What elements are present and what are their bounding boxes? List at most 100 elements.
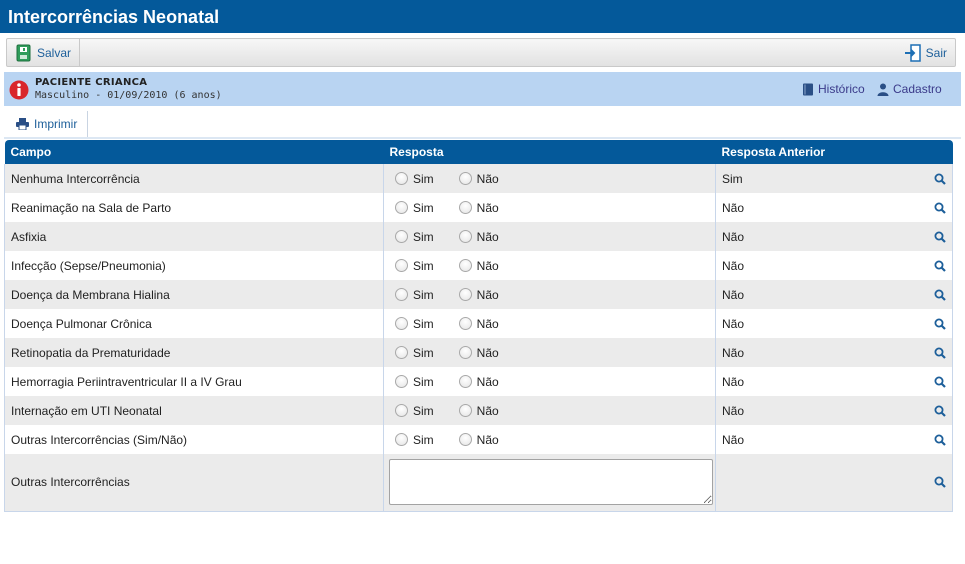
answer-cell: Sim Não [383, 222, 716, 251]
table-row: Doença da Membrana Hialina Sim Não Não [4, 280, 953, 309]
magnifier-icon[interactable] [934, 434, 946, 446]
radio-circle[interactable] [395, 375, 408, 388]
magnifier-icon[interactable] [934, 318, 946, 330]
patient-name: PACIENTE CRIANCA [35, 77, 148, 88]
radio-circle[interactable] [458, 201, 472, 214]
radio-no-label: Não [476, 287, 499, 302]
previous-answer: Não [722, 200, 745, 215]
radio-circle[interactable] [395, 317, 408, 330]
save-icon [16, 44, 31, 61]
radio-yes[interactable]: Sim [395, 317, 434, 331]
previous-cell: Não [715, 338, 953, 367]
radio-no-label: Não [476, 316, 499, 331]
radio-circle[interactable] [395, 433, 408, 446]
header-answer: Resposta [383, 140, 716, 164]
table-row: Internação em UTI Neonatal Sim Não Não [4, 396, 953, 425]
previous-answer: Não [722, 345, 745, 360]
table-row: Doença Pulmonar Crônica Sim Não Não [4, 309, 953, 338]
divider [4, 137, 961, 139]
header-field: Campo [4, 140, 384, 164]
radio-circle[interactable] [458, 230, 472, 243]
radio-yes[interactable]: Sim [395, 259, 434, 273]
radio-no[interactable]: Não [458, 404, 499, 418]
radio-yes[interactable]: Sim [395, 288, 434, 302]
magnifier-icon[interactable] [934, 347, 946, 359]
field-name: Hemorragia Periintraventricular II a IV … [4, 367, 384, 396]
interventions-table: Campo Resposta Resposta Anterior Nenhuma… [4, 140, 953, 512]
radio-circle[interactable] [458, 433, 472, 446]
radio-circle[interactable] [395, 346, 408, 359]
radio-no[interactable]: Não [458, 258, 499, 273]
radio-no-label: Não [476, 229, 499, 244]
table-row-text: Outras Intercorrências [4, 454, 953, 512]
radio-no[interactable]: Não [458, 316, 499, 331]
history-link[interactable]: Histórico [802, 82, 865, 96]
radio-yes[interactable]: Sim [395, 404, 434, 418]
magnifier-icon[interactable] [934, 231, 946, 243]
radio-circle[interactable] [395, 201, 408, 214]
radio-no[interactable]: Não [458, 229, 499, 244]
field-name: Infecção (Sepse/Pneumonia) [4, 251, 384, 280]
radio-yes[interactable]: Sim [395, 375, 434, 389]
radio-circle[interactable] [395, 404, 408, 417]
radio-circle[interactable] [458, 288, 472, 301]
previous-answer: Não [722, 432, 745, 447]
previous-cell: Não [715, 222, 953, 251]
exit-button[interactable]: Sair [896, 39, 955, 66]
history-label: Histórico [818, 82, 865, 96]
radio-yes-label: Sim [413, 345, 434, 360]
radio-circle[interactable] [395, 230, 408, 243]
radio-yes-label: Sim [413, 229, 434, 244]
radio-no-label: Não [476, 171, 499, 186]
other-interventions-textarea[interactable] [389, 459, 713, 506]
table-row: Nenhuma Intercorrência Sim Não Sim [4, 164, 953, 193]
print-button[interactable]: Imprimir [8, 111, 89, 137]
radio-no[interactable]: Não [458, 346, 499, 360]
radio-circle[interactable] [458, 375, 472, 388]
radio-yes[interactable]: Sim [395, 346, 434, 360]
radio-circle[interactable] [395, 172, 408, 185]
radio-yes-label: Sim [413, 171, 434, 186]
field-name: Outras Intercorrências (Sim/Não) [4, 425, 384, 454]
magnifier-icon[interactable] [934, 202, 946, 214]
save-button[interactable]: Salvar [7, 39, 81, 66]
print-label: Imprimir [34, 117, 78, 131]
radio-circle[interactable] [395, 288, 408, 301]
radio-yes[interactable]: Sim [395, 201, 434, 215]
radio-circle[interactable] [458, 404, 472, 417]
radio-yes[interactable]: Sim [395, 172, 434, 186]
radio-circle[interactable] [458, 317, 472, 330]
radio-no[interactable]: Não [458, 201, 499, 215]
radio-no[interactable]: Não [458, 287, 499, 302]
radio-yes[interactable]: Sim [395, 433, 434, 447]
radio-circle[interactable] [458, 172, 472, 185]
answer-cell: Sim Não [383, 251, 716, 280]
radio-no[interactable]: Não [458, 433, 499, 447]
radio-no[interactable]: Não [458, 171, 499, 186]
magnifier-icon[interactable] [934, 376, 946, 388]
answer-cell: Sim Não [383, 309, 716, 338]
magnifier-icon[interactable] [934, 289, 946, 301]
book-icon [803, 83, 813, 95]
register-link[interactable]: Cadastro [877, 82, 942, 96]
radio-yes-label: Sim [413, 432, 434, 447]
radio-no[interactable]: Não [458, 375, 499, 389]
radio-circle[interactable] [395, 259, 408, 272]
header-previous: Resposta Anterior [715, 140, 953, 164]
magnifier-icon[interactable] [934, 405, 946, 417]
radio-circle[interactable] [458, 259, 472, 272]
radio-circle[interactable] [458, 346, 472, 359]
radio-yes-label: Sim [413, 374, 434, 389]
magnifier-icon[interactable] [934, 476, 946, 489]
radio-no-label: Não [476, 258, 499, 273]
previous-cell: Não [715, 251, 953, 280]
field-name: Retinopatia da Prematuridade [4, 338, 384, 367]
answer-cell: Sim Não [383, 367, 716, 396]
magnifier-icon[interactable] [934, 260, 946, 272]
radio-yes[interactable]: Sim [395, 230, 434, 244]
exit-label: Sair [925, 45, 947, 60]
answer-cell: Sim Não [383, 164, 716, 193]
previous-answer: Não [722, 258, 745, 273]
magnifier-icon[interactable] [934, 173, 946, 185]
previous-answer: Não [722, 287, 745, 302]
